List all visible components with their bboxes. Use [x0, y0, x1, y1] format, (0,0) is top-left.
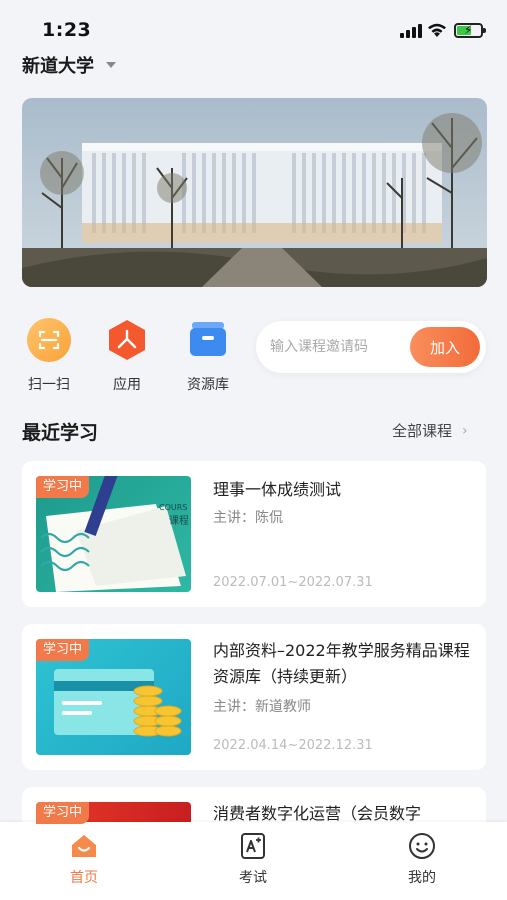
campus-banner-image — [22, 98, 487, 287]
chevron-right-icon: › — [462, 422, 468, 439]
scan-icon — [27, 318, 71, 362]
quick-action-label: 应用 — [113, 377, 141, 393]
tab-label: 我的 — [408, 870, 436, 886]
status-badge: 学习中 — [36, 639, 90, 661]
tab-exam[interactable]: 考试 — [213, 832, 293, 887]
join-button[interactable]: 加入 — [410, 327, 480, 367]
status-bar: 1:23 ⚡ — [0, 0, 507, 48]
status-badge: 学习中 — [36, 802, 90, 824]
resource-library-icon — [186, 318, 230, 362]
cellular-signal-icon — [400, 24, 422, 38]
all-courses-link[interactable]: 全部课程 › — [392, 420, 468, 441]
course-date-range: 2022.07.01~2022.07.31 — [213, 575, 373, 590]
all-courses-label: 全部课程 — [392, 422, 453, 440]
course-thumbnail: 学习中 — [36, 639, 191, 755]
course-teacher: 主讲：新道教师 — [213, 699, 311, 715]
tab-home[interactable]: 首页 — [44, 832, 124, 887]
quick-action-apps[interactable]: 应用 — [97, 318, 157, 394]
course-teacher: 主讲：陈侃 — [213, 510, 283, 526]
course-card[interactable]: 学习中 COURS 课程 理事一体成绩测试 主讲：陈侃 2022.07.01~2… — [22, 461, 486, 607]
status-badge: 学习中 — [36, 476, 90, 498]
tab-profile[interactable]: 我的 — [382, 832, 462, 887]
invite-code-input[interactable] — [270, 335, 410, 359]
battery-icon: ⚡ — [454, 23, 486, 38]
svg-text:课程: 课程 — [169, 515, 189, 527]
exam-icon — [239, 832, 267, 860]
quick-action-label: 扫一扫 — [28, 377, 70, 393]
apps-icon — [105, 318, 149, 362]
course-date-range: 2022.04.14~2022.12.31 — [213, 738, 373, 753]
tab-label: 首页 — [70, 870, 98, 886]
course-title: 内部资料–2022年教学服务精品课程资源库（持续更新） — [213, 641, 470, 686]
bottom-tab-bar: 首页 考试 我的 — [0, 822, 507, 900]
status-time: 1:23 — [42, 19, 92, 41]
caret-down-icon — [106, 62, 116, 68]
svg-text:COURS: COURS — [159, 503, 187, 512]
tab-label: 考试 — [239, 870, 267, 886]
quick-action-scan[interactable]: 扫一扫 — [19, 318, 79, 394]
school-selector[interactable]: 新道大学 — [22, 52, 116, 78]
course-thumbnail: 学习中 COURS 课程 — [36, 476, 191, 592]
recent-learning-title: 最近学习 — [22, 422, 99, 444]
course-card[interactable]: 学习中 内部资料–2022年教学服务精品课程资源库（持续更新） 主讲：新道教师 … — [22, 624, 486, 770]
profile-icon — [408, 832, 436, 860]
quick-action-label: 资源库 — [187, 377, 229, 393]
course-title: 理事一体成绩测试 — [213, 480, 342, 499]
home-icon — [70, 832, 98, 860]
quick-action-resource-library[interactable]: 资源库 — [178, 318, 238, 394]
campus-banner[interactable] — [22, 98, 487, 287]
school-name: 新道大学 — [22, 56, 94, 77]
invite-code-box: 加入 — [256, 321, 486, 373]
wifi-icon — [428, 23, 446, 37]
